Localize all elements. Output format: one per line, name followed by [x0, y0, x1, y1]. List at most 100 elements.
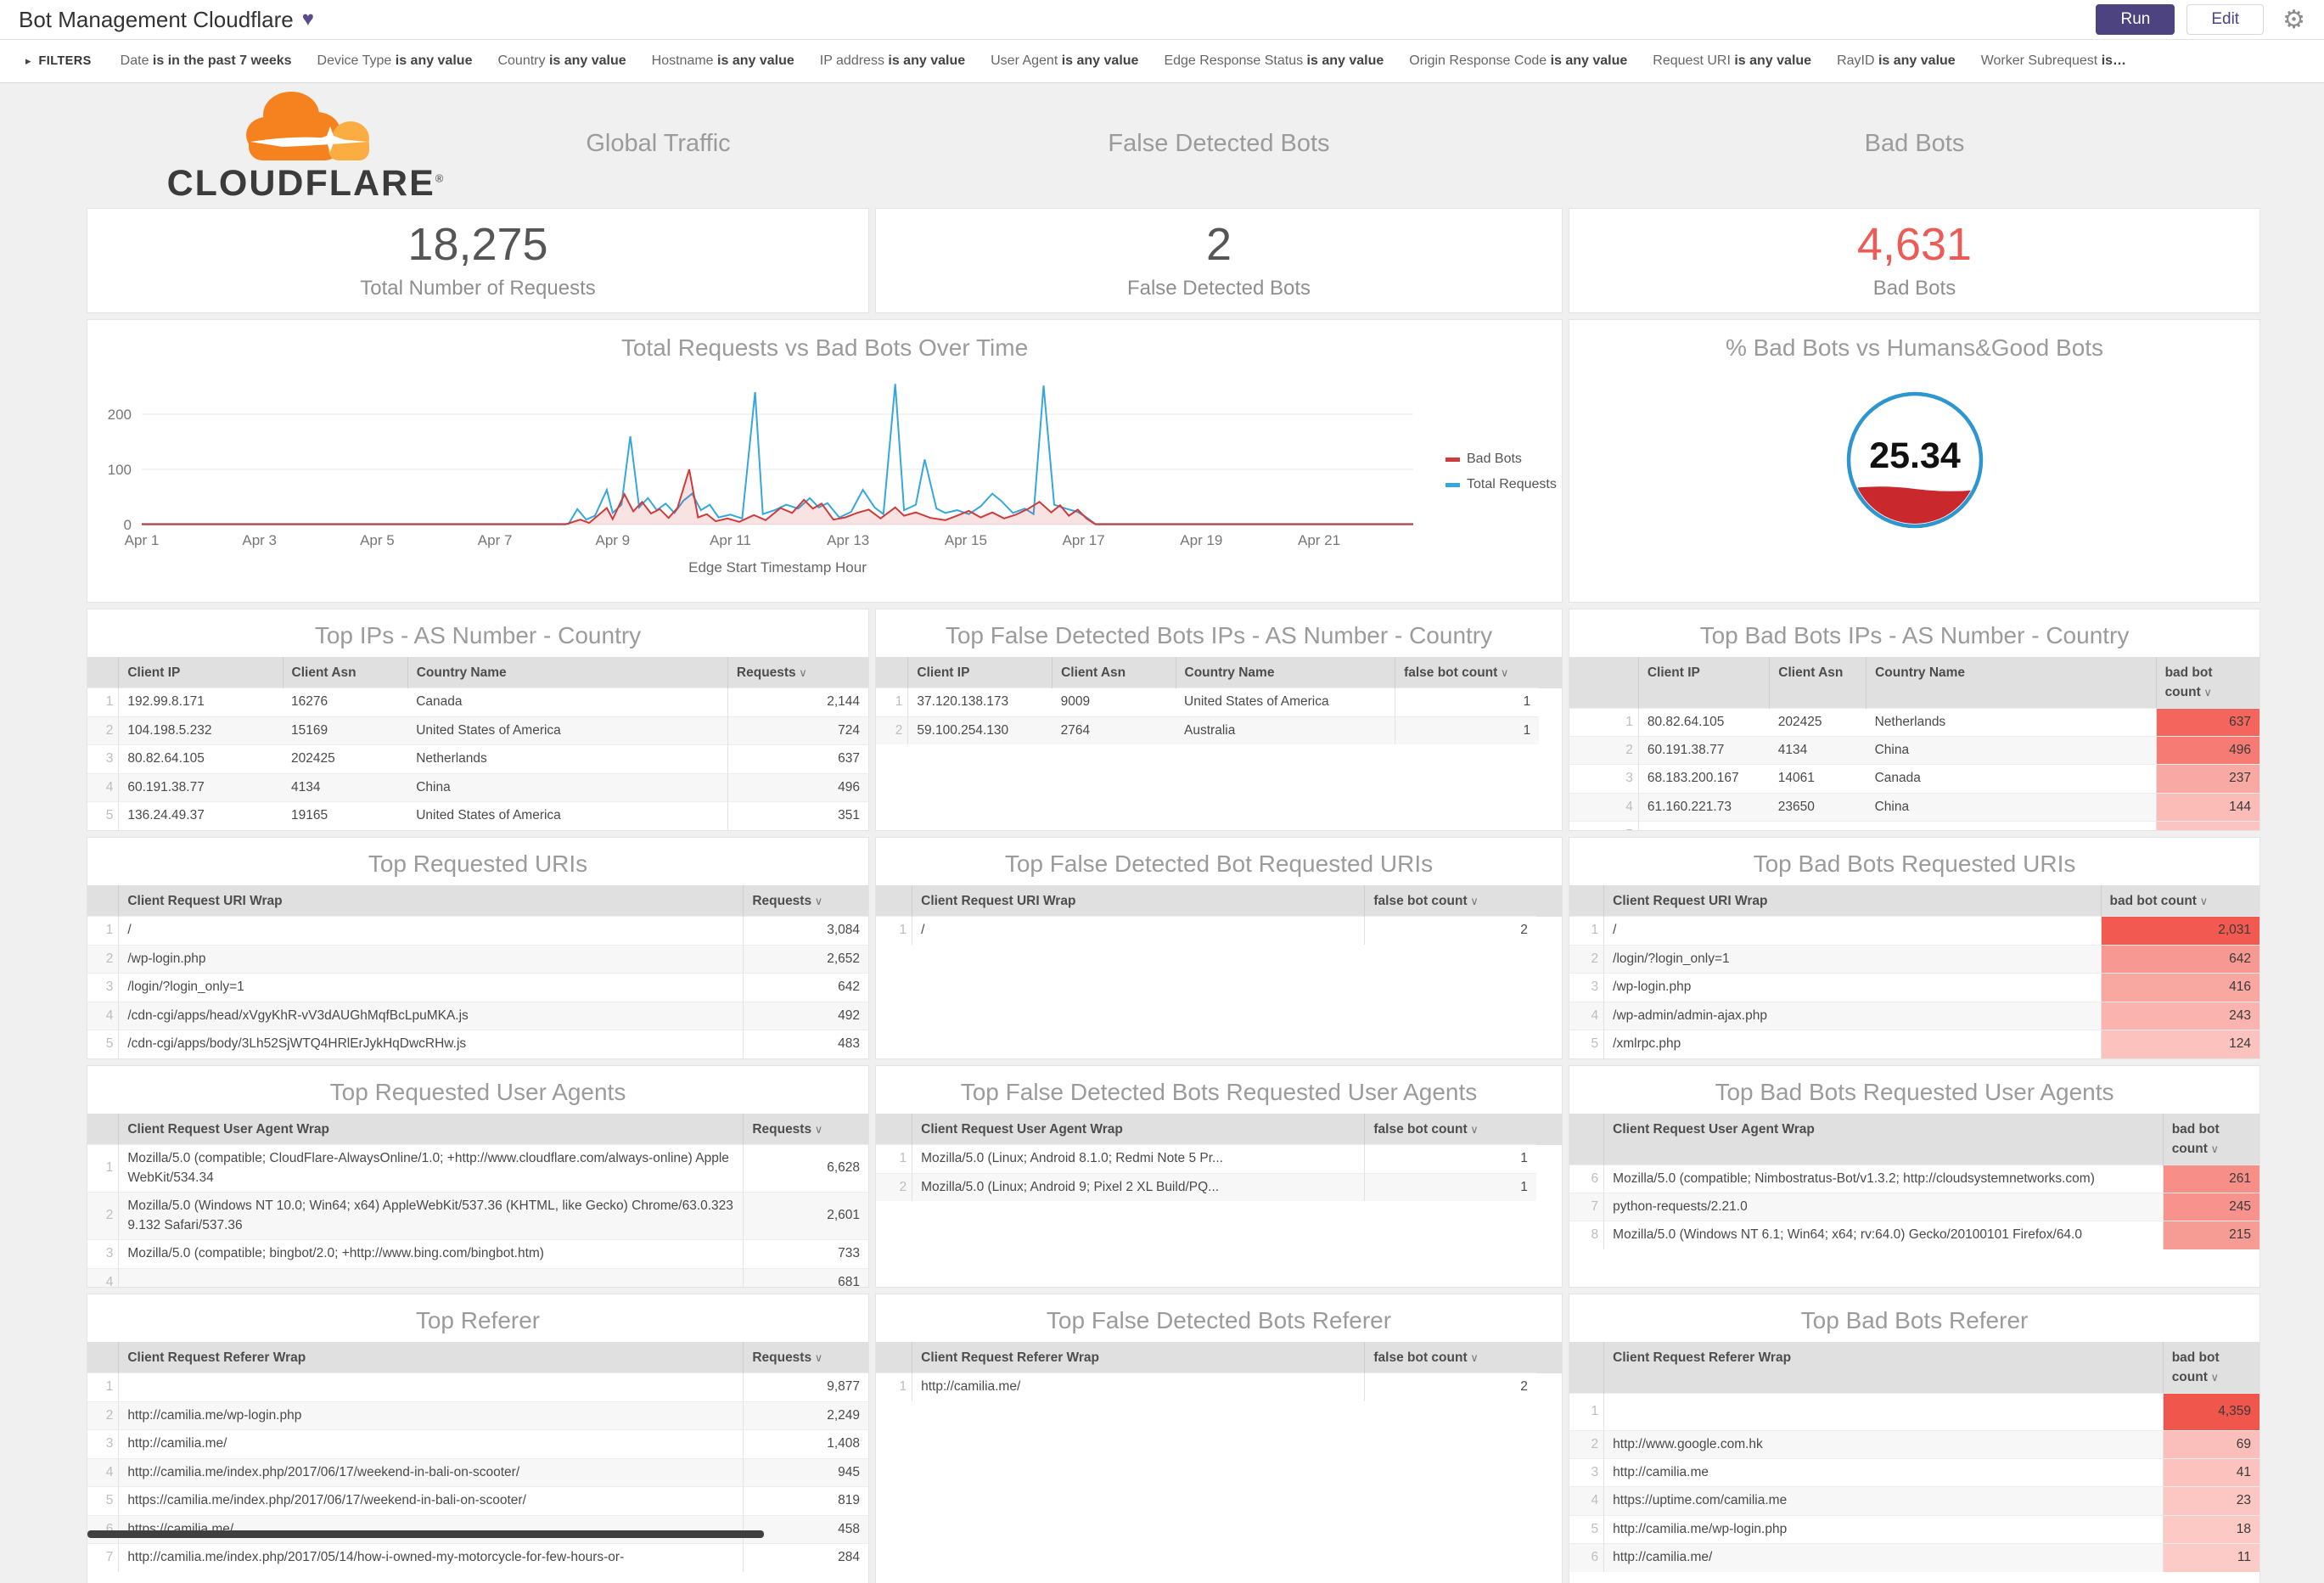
cell: 11 [2162, 1543, 2259, 1572]
column-header[interactable]: Requests ∨ [727, 657, 868, 688]
filter-item[interactable]: Edge Response Status is any value [1164, 53, 1384, 68]
filters-label[interactable]: FILTERS [39, 54, 92, 68]
filter-item[interactable]: Request URI is any value [1653, 53, 1811, 68]
column-header[interactable]: Requests ∨ [743, 1114, 868, 1145]
filter-item[interactable]: Origin Response Code is any value [1409, 53, 1627, 68]
row-number: 4 [1569, 1486, 1605, 1516]
column-header[interactable]: Country Name [407, 657, 728, 688]
cell: 681 [743, 1267, 868, 1287]
table-row: 2/wp-login.php 2,652 [87, 944, 868, 974]
row-number: 3 [87, 1239, 120, 1269]
sort-chevron-icon[interactable]: ∨ [811, 895, 823, 907]
column-header[interactable] [1535, 1342, 1562, 1373]
table-row: 5 136.24.49.37 19165 United States of Ameri… [87, 801, 868, 830]
column-header[interactable]: Client Request User Agent Wrap [118, 1114, 744, 1145]
column-header[interactable]: false bot count ∨ [1364, 1342, 1536, 1373]
legend-label: Total Requests [1467, 477, 1557, 491]
column-header[interactable]: Requests ∨ [743, 1342, 868, 1373]
column-header[interactable]: Requests ∨ [743, 885, 868, 917]
table-row: 6 https://camilia.me/458 [87, 1514, 868, 1544]
row-number: 3 [87, 973, 120, 1002]
sort-chevron-icon[interactable]: ∨ [2201, 686, 2212, 699]
cell: 15169 [283, 716, 408, 745]
sort-chevron-icon[interactable]: ∨ [811, 1123, 823, 1136]
filter-item[interactable]: Worker Subrequest is… [1981, 53, 2126, 68]
cell: United States of America [407, 801, 728, 830]
cell: /wp-admin/admin-ajax.php [1603, 1001, 2102, 1030]
svg-text:200: 200 [108, 407, 132, 423]
table-row: 3 68.183.200.167 14061 Canada 237 [1569, 764, 2259, 794]
cell [1769, 821, 1866, 830]
column-header[interactable] [1535, 885, 1562, 917]
filter-item[interactable]: IP address is any value [820, 53, 965, 68]
row-number-header [1569, 1342, 1604, 1393]
stat-total-requests: 18,275 Total Number of Requests [87, 209, 868, 312]
column-header[interactable]: Country Name [1175, 657, 1395, 688]
column-header[interactable]: Client Request Referer Wrap [912, 1342, 1365, 1373]
sort-chevron-icon[interactable]: ∨ [2208, 1371, 2219, 1384]
run-button[interactable]: Run [2096, 3, 2175, 36]
column-header[interactable]: Client Asn [1052, 657, 1176, 688]
filters-caret-icon[interactable]: ▸ [25, 54, 31, 68]
cell: 6,628 [743, 1144, 868, 1193]
cell: Mozilla/5.0 (Linux; Android 8.1.0; Redmi… [912, 1144, 1365, 1174]
legend-item[interactable]: Total Requests [1445, 477, 1557, 492]
tile-false-bot-uris: Top False Detected Bot Requested URIs Cl… [876, 838, 1562, 1058]
table-row: 7 python-requests/2.21.0 245 [1569, 1192, 2259, 1221]
column-header[interactable]: bad bot count ∨ [2162, 1114, 2259, 1165]
column-header[interactable]: false bot count ∨ [1395, 657, 1540, 688]
column-header[interactable]: bad bot count ∨ [2162, 1342, 2259, 1393]
column-header[interactable]: Client Request User Agent Wrap [912, 1114, 1365, 1145]
sort-chevron-icon[interactable]: ∨ [2208, 1142, 2219, 1155]
sort-chevron-icon[interactable]: ∨ [2197, 895, 2209, 907]
cell: 80.82.64.105 [1638, 707, 1770, 737]
sort-chevron-icon[interactable]: ∨ [1468, 1123, 1479, 1136]
column-header[interactable] [1539, 657, 1562, 688]
column-header[interactable]: bad bot count ∨ [2155, 657, 2259, 708]
column-header[interactable]: Client Asn [282, 657, 408, 688]
sort-chevron-icon[interactable]: ∨ [1468, 1351, 1479, 1364]
horizontal-scrollbar[interactable] [87, 1530, 764, 1538]
column-header[interactable]: Client Asn [1769, 657, 1866, 708]
cell: 1 [1395, 716, 1540, 745]
filter-item[interactable]: User Agent is any value [991, 53, 1138, 68]
sort-chevron-icon[interactable]: ∨ [811, 1351, 823, 1364]
cell: / [912, 916, 1365, 945]
filter-item[interactable]: Date is in the past 7 weeks [121, 53, 292, 68]
table-row: 2 59.100.254.130 2764 Australia 1 [876, 716, 1562, 745]
tile-top-referer: Top Referer Client Request Referer Wrap R… [87, 1294, 868, 1583]
column-header[interactable]: Client IP [118, 657, 283, 688]
filter-item[interactable]: Country is any value [497, 53, 626, 68]
line-chart[interactable]: 0 100 200 Apr 1 Apr 3 Apr 5 Apr 7 Apr 9 Apr 11 Ap… [87, 367, 1429, 579]
tile-title: Top Requested User Agents [329, 1079, 626, 1105]
column-header[interactable]: Client IP [907, 657, 1053, 688]
column-header[interactable]: Client Request URI Wrap [1603, 885, 2102, 917]
edit-button[interactable]: Edit [2186, 3, 2265, 36]
filter-item[interactable]: RayID is any value [1837, 53, 1956, 68]
filter-item[interactable]: Hostname is any value [652, 53, 794, 68]
column-header[interactable]: Client IP [1637, 657, 1770, 708]
column-header[interactable]: bad bot count ∨ [2100, 885, 2259, 917]
cell: 16276 [283, 688, 408, 717]
row-number: 1 [1569, 1392, 1605, 1430]
chart-total-vs-bad-bots: Total Requests vs Bad Bots Over Time 0 10… [87, 320, 1562, 602]
sort-chevron-icon[interactable]: ∨ [796, 666, 807, 679]
table-row: 3 80.82.64.105 202425 Netherlands 637 [87, 744, 868, 774]
sort-chevron-icon[interactable]: ∨ [1497, 666, 1509, 679]
filter-item[interactable]: Device Type is any value [317, 53, 473, 68]
column-header[interactable]: Client Request Referer Wrap [1603, 1342, 2164, 1393]
svg-text:Apr 15: Apr 15 [945, 532, 987, 548]
sort-chevron-icon[interactable]: ∨ [1468, 895, 1479, 907]
row-number-header [1569, 657, 1639, 708]
band-title-bad-bots: Bad Bots [1864, 130, 1965, 157]
column-header[interactable]: Client Request URI Wrap [118, 885, 744, 917]
column-header[interactable]: Client Request URI Wrap [912, 885, 1365, 917]
column-header[interactable]: false bot count ∨ [1364, 1114, 1536, 1145]
column-header[interactable]: false bot count ∨ [1364, 885, 1536, 917]
column-header[interactable]: Client Request User Agent Wrap [1603, 1114, 2164, 1165]
column-header[interactable] [1535, 1114, 1562, 1145]
column-header[interactable]: Country Name [1866, 657, 2157, 708]
legend-item[interactable]: Bad Bots [1445, 452, 1557, 467]
gear-icon[interactable]: ⚙ [2282, 5, 2305, 35]
column-header[interactable]: Client Request Referer Wrap [118, 1342, 744, 1373]
